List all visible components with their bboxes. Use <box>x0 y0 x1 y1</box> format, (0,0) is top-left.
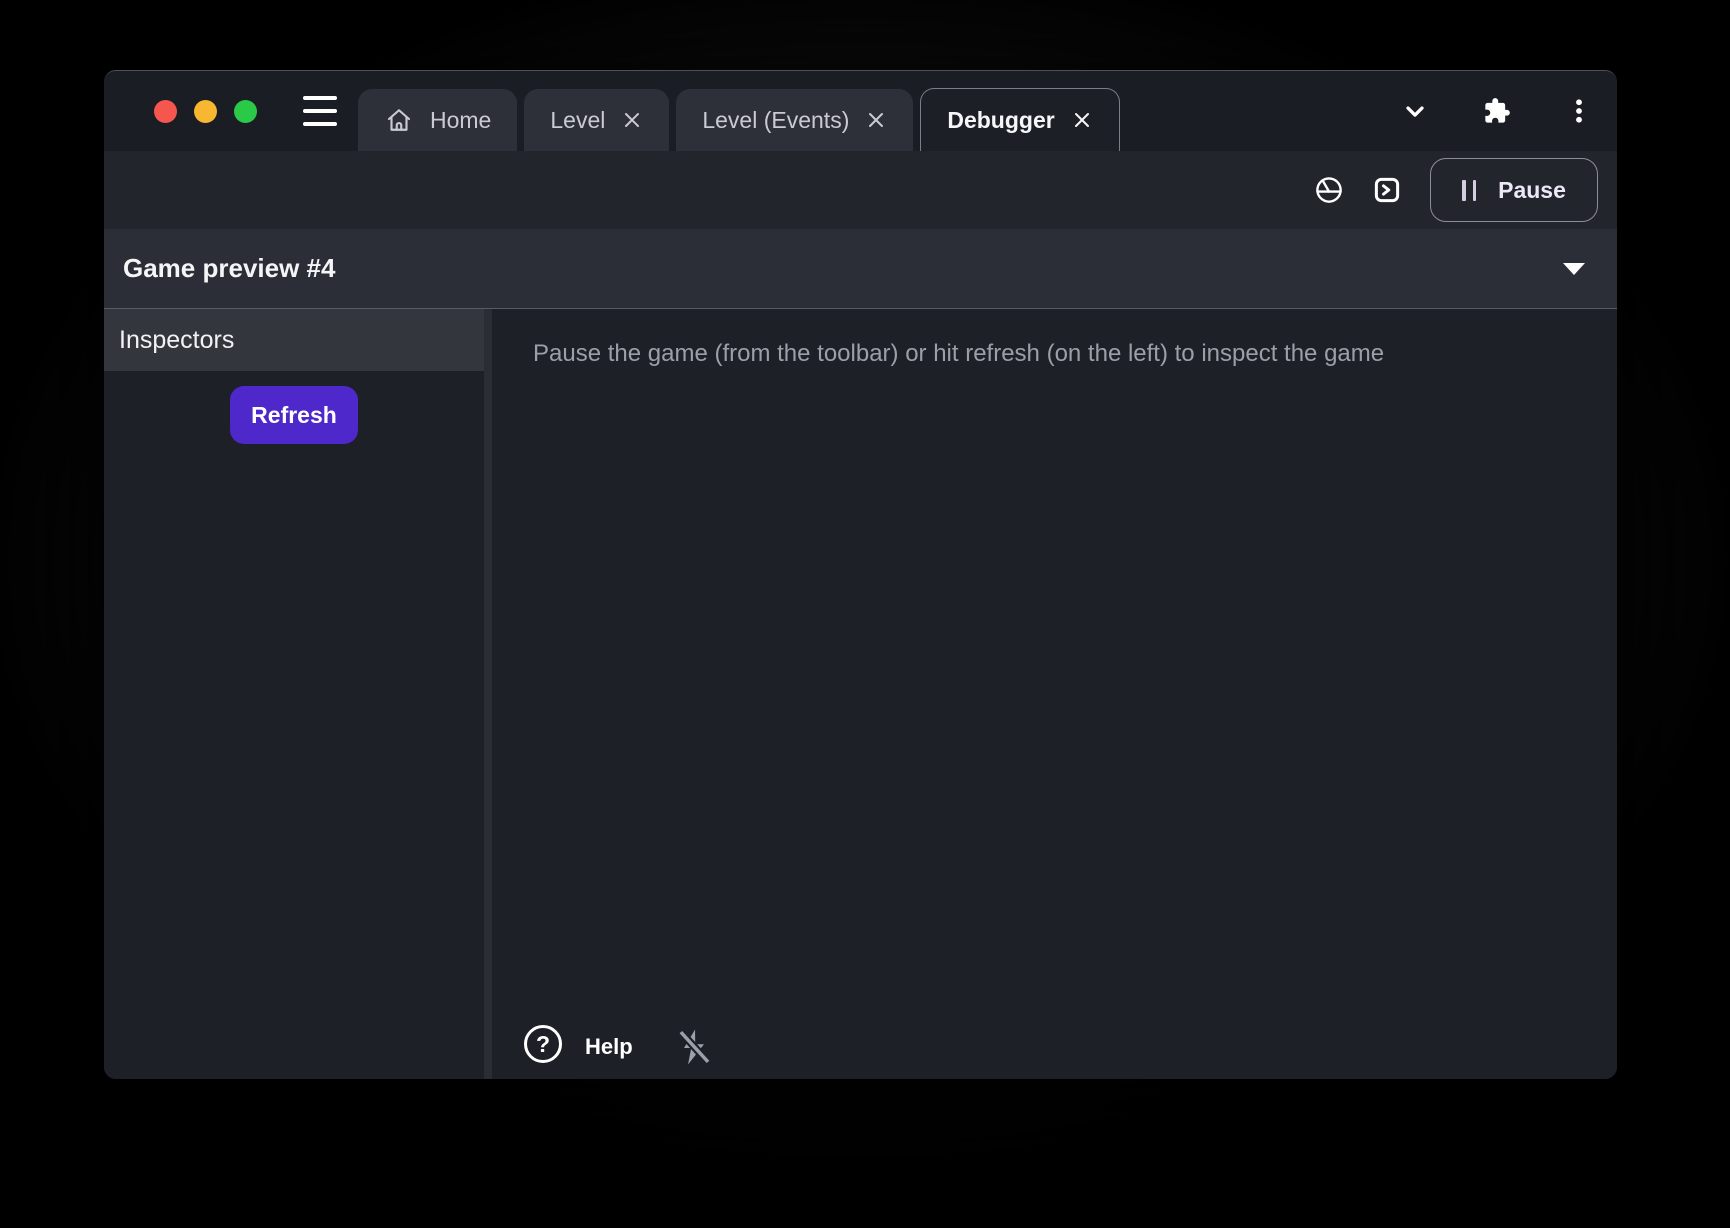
inspectors-title: Inspectors <box>119 326 234 355</box>
pause-icon <box>1462 180 1476 201</box>
console-icon[interactable] <box>1372 175 1402 205</box>
tab-debugger[interactable]: Debugger <box>920 88 1119 151</box>
puzzle-extensions-icon[interactable] <box>1482 96 1512 126</box>
tab-close-icon[interactable] <box>1071 109 1093 131</box>
hamburger-menu-icon[interactable] <box>303 94 337 128</box>
tab-close-icon[interactable] <box>865 109 887 131</box>
refresh-button[interactable]: Refresh <box>230 386 358 444</box>
tab-label: Level (Events) <box>702 107 849 134</box>
inspectors-header: Inspectors <box>104 309 484 371</box>
fullscreen-window-button[interactable] <box>234 100 257 123</box>
tab-bar: Home Level Level (Events) <box>104 71 1617 151</box>
tab-level-events[interactable]: Level (Events) <box>676 89 913 151</box>
svg-text:?: ? <box>536 1031 550 1057</box>
tab-close-icon[interactable] <box>621 109 643 131</box>
tab-label: Level <box>550 107 605 134</box>
tab-label: Home <box>430 107 491 134</box>
pause-button-label: Pause <box>1498 177 1566 204</box>
tab-level[interactable]: Level <box>524 89 669 151</box>
kebab-menu-icon[interactable] <box>1564 96 1594 126</box>
pause-button[interactable]: Pause <box>1430 158 1598 222</box>
unpin-flash-off-icon[interactable] <box>673 1026 715 1068</box>
tab-home[interactable]: Home <box>358 89 517 151</box>
help-label: Help <box>585 1034 633 1060</box>
content-area: Inspectors Refresh Pause the game (from … <box>104 309 1617 1079</box>
game-preview-selector[interactable]: Game preview #4 <box>104 229 1617 309</box>
debugger-toolbar: Pause <box>104 151 1617 229</box>
help-circle-icon: ? <box>521 1022 565 1071</box>
inspector-panel: Pause the game (from the toolbar) or hit… <box>492 309 1617 1079</box>
sidebar-resize-divider[interactable] <box>484 309 492 1079</box>
close-window-button[interactable] <box>154 100 177 123</box>
help-button[interactable]: ? Help <box>521 1022 633 1071</box>
minimize-window-button[interactable] <box>194 100 217 123</box>
tab-strip: Home Level Level (Events) <box>358 71 1120 151</box>
traffic-lights <box>154 100 257 123</box>
panel-footer: ? Help <box>521 1022 715 1071</box>
tabbar-right-actions <box>1400 71 1594 151</box>
chevron-down-icon[interactable] <box>1400 96 1430 126</box>
game-preview-title: Game preview #4 <box>123 253 335 284</box>
inspectors-sidebar: Inspectors Refresh <box>104 309 484 1079</box>
debugger-window: Home Level Level (Events) <box>104 70 1617 1079</box>
tab-label: Debugger <box>947 107 1054 134</box>
profiler-gauge-icon[interactable] <box>1314 175 1344 205</box>
home-icon <box>384 105 414 135</box>
caret-down-icon[interactable] <box>1563 263 1585 275</box>
inspector-empty-message: Pause the game (from the toolbar) or hit… <box>492 309 1617 370</box>
